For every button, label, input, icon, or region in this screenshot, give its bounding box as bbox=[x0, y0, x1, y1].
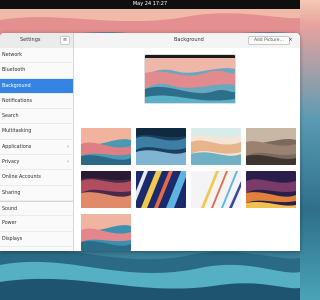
sidebar-item-power[interactable]: Power bbox=[0, 216, 73, 232]
background-panel bbox=[74, 48, 300, 251]
main-header: Background Add Picture… × bbox=[74, 33, 300, 48]
sidebar-item-label: Notifications bbox=[2, 98, 33, 104]
sidebar-item-label: Sharing bbox=[2, 190, 21, 196]
sidebar-item-label: Power bbox=[2, 221, 17, 227]
sidebar-item-background[interactable]: Background bbox=[0, 78, 73, 94]
sidebar-item-label: Applications bbox=[2, 144, 32, 150]
wallpaper-thumbnail[interactable] bbox=[191, 171, 241, 208]
sidebar-item-label: Background bbox=[2, 83, 31, 89]
wallpaper-thumbnail[interactable] bbox=[246, 128, 296, 165]
chevron-right-icon: › bbox=[67, 159, 69, 166]
sidebar-item-label: Search bbox=[2, 114, 19, 120]
current-wallpaper-preview bbox=[145, 55, 235, 103]
wallpaper-thumbnail[interactable] bbox=[136, 128, 186, 165]
close-icon[interactable]: × bbox=[286, 36, 295, 45]
sidebar-item-label: Network bbox=[2, 53, 23, 58]
sidebar: Network Bluetooth Background Notificatio… bbox=[0, 48, 74, 251]
sidebar-item-label: Online Accounts bbox=[2, 175, 41, 181]
wallpaper-thumbnail[interactable] bbox=[81, 171, 131, 208]
sidebar-item-bluetooth[interactable]: Bluetooth bbox=[0, 63, 73, 79]
clock[interactable]: May 24 17:27 bbox=[133, 1, 167, 7]
wallpaper-thumbnail[interactable] bbox=[191, 128, 241, 165]
wallpaper-thumbnail[interactable] bbox=[81, 214, 131, 251]
sidebar-item-label: Bluetooth bbox=[2, 68, 26, 74]
sidebar-item-privacy[interactable]: Privacy › bbox=[0, 155, 73, 171]
sidebar-item-search[interactable]: Search bbox=[0, 109, 73, 125]
menu-button[interactable]: ≡ bbox=[60, 36, 70, 45]
header-bar: Settings ≡ Background Add Picture… × bbox=[0, 33, 300, 48]
sidebar-item-sharing[interactable]: Sharing bbox=[0, 186, 73, 201]
sidebar-item-multitasking[interactable]: Multitasking bbox=[0, 124, 73, 140]
sidebar-item-applications[interactable]: Applications › bbox=[0, 140, 73, 156]
wallpaper-thumbnail[interactable] bbox=[136, 171, 186, 208]
sidebar-title: Settings bbox=[20, 37, 41, 43]
sidebar-item-sound[interactable]: Sound bbox=[0, 200, 73, 217]
sidebar-item-label: Sound bbox=[2, 206, 18, 212]
sidebar-item-online-accounts[interactable]: Online Accounts bbox=[0, 170, 73, 186]
sidebar-item-displays[interactable]: Displays bbox=[0, 232, 73, 247]
sidebar-item-network[interactable]: Network bbox=[0, 48, 73, 64]
sidebar-item-label: Displays bbox=[2, 236, 23, 242]
add-picture-button[interactable]: Add Picture… bbox=[248, 36, 290, 45]
sidebar-header: Settings ≡ bbox=[0, 33, 74, 48]
settings-window: Settings ≡ Background Add Picture… × Net… bbox=[0, 33, 300, 251]
sidebar-item-label: Multitasking bbox=[2, 129, 32, 135]
sidebar-item-notifications[interactable]: Notifications bbox=[0, 94, 73, 110]
preview-topbar bbox=[145, 55, 235, 58]
page-title: Background bbox=[174, 37, 204, 43]
sidebar-item-label: Privacy bbox=[2, 160, 20, 166]
wallpaper-thumbnail[interactable] bbox=[81, 128, 131, 165]
wallpaper-thumbnail[interactable] bbox=[246, 171, 296, 208]
chevron-right-icon: › bbox=[67, 143, 69, 150]
top-bar: May 24 17:27 bbox=[0, 0, 300, 9]
